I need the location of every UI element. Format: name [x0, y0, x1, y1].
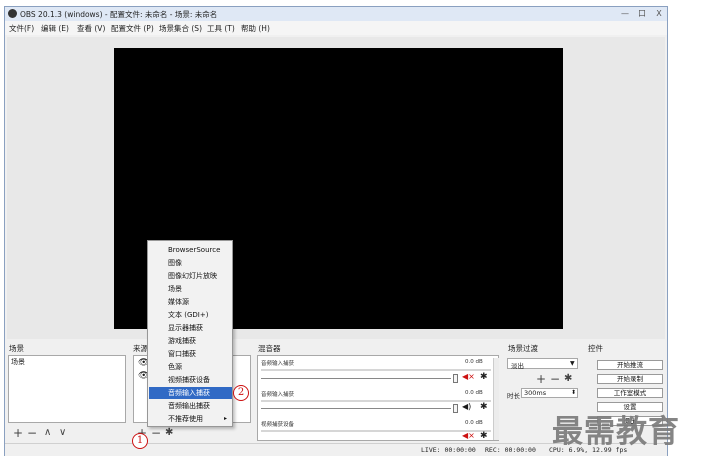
submenu-arrow-icon: ▸ — [223, 415, 227, 422]
volume-meter — [261, 400, 491, 402]
mixer-channel-label: 视频捕获设备 — [261, 422, 295, 428]
mixer-channel-label: 音频输入捕获 — [261, 361, 295, 367]
menu-item-video-capture-device[interactable]: 视频捕获设备 — [149, 374, 232, 386]
transitions-header: 场景过渡 — [508, 344, 538, 353]
menu-item-media-source[interactable]: 媒体源 — [149, 296, 232, 308]
volume-slider-handle[interactable] — [453, 404, 458, 413]
transition-settings-icon[interactable]: ✱ — [564, 373, 572, 385]
transition-selected: 淡出 — [511, 362, 524, 370]
menu-item-image[interactable]: 图像 — [149, 257, 232, 269]
start-recording-button[interactable]: 开始录制 — [597, 374, 663, 384]
maximize-button[interactable]: 口 — [634, 8, 650, 19]
volume-meter — [261, 369, 491, 371]
gear-icon[interactable]: ✱ — [480, 402, 488, 412]
menu-item-audio-input-capture[interactable]: 音频输入捕获 — [149, 387, 232, 399]
menu-bar: 文件(F) 编辑 (E) 查看 (V) 配置文件 (P) 场景集合 (S) 工具… — [5, 21, 667, 35]
studio-mode-button[interactable]: 工作室模式 — [597, 388, 663, 398]
menu-item-game-capture[interactable]: 游戏捕获 — [149, 335, 232, 347]
speaker-muted-icon[interactable]: ◀× — [462, 431, 475, 440]
menu-help[interactable]: 帮助 (H) — [241, 23, 270, 34]
duration-input[interactable]: 300ms ⬍ — [521, 388, 578, 398]
mixer-header: 混音器 — [258, 344, 281, 353]
menu-view[interactable]: 查看 (V) — [77, 23, 105, 34]
rec-status: REC: 00:00:00 — [485, 446, 536, 454]
chevron-down-icon: ▼ — [570, 360, 575, 367]
menu-item-browsersource[interactable]: BrowserSource — [149, 244, 232, 256]
remove-source-icon[interactable]: − — [151, 427, 161, 439]
duration-value: 300ms — [524, 389, 547, 397]
close-button[interactable]: X — [651, 8, 667, 19]
menu-item-scene[interactable]: 场景 — [149, 283, 232, 295]
mixer-scrollbar[interactable] — [493, 358, 499, 440]
menu-scene-collection[interactable]: 场景集合 (S) — [159, 23, 202, 34]
add-scene-icon[interactable]: + — [13, 427, 23, 439]
gear-icon[interactable]: ✱ — [480, 431, 488, 441]
preview-area — [7, 37, 665, 339]
menu-file[interactable]: 文件(F) — [9, 23, 34, 34]
gear-icon[interactable]: ✱ — [480, 372, 488, 382]
scenes-list[interactable]: 场景 — [8, 355, 126, 423]
sources-header: 来源 — [133, 344, 148, 353]
volume-slider-handle[interactable] — [453, 374, 458, 383]
menu-tools[interactable]: 工具 (T) — [207, 23, 235, 34]
watermark: 最需教育 — [552, 414, 680, 450]
window-title: OBS 20.1.3 (windows) - 配置文件: 未命名 - 场景: 未… — [20, 10, 218, 19]
scene-up-icon[interactable]: ∧ — [44, 427, 51, 439]
mixer-channel-db: 0.0 dB — [465, 420, 483, 426]
mixer-channel-db: 0.0 dB — [465, 359, 483, 365]
duration-label: 时长 — [507, 392, 520, 400]
menu-item-window-capture[interactable]: 窗口捕获 — [149, 348, 232, 360]
speaker-muted-icon[interactable]: ◀× — [462, 372, 475, 381]
background-edge — [668, 6, 703, 456]
remove-transition-icon[interactable]: − — [550, 373, 560, 385]
mixer-channel-label: 音频输入捕获 — [261, 392, 295, 398]
start-streaming-button[interactable]: 开始推流 — [597, 360, 663, 370]
menu-profile[interactable]: 配置文件 (P) — [111, 23, 154, 34]
minimize-button[interactable]: — — [617, 8, 633, 19]
menu-edit[interactable]: 编辑 (E) — [41, 23, 69, 34]
live-status: LIVE: 00:00:00 — [421, 446, 476, 454]
add-source-context-menu: BrowserSource 图像 图像幻灯片放映 场景 媒体源 文本 (GDI+… — [147, 240, 233, 427]
menu-item-audio-output-capture[interactable]: 音频输出捕获 — [149, 400, 232, 412]
speaker-icon[interactable]: ◀) — [462, 402, 471, 411]
scene-down-icon[interactable]: ∨ — [59, 427, 66, 439]
stepper-icon[interactable]: ⬍ — [571, 389, 576, 396]
volume-meter — [261, 430, 491, 432]
scenes-header: 场景 — [9, 344, 24, 353]
annotation-marker-1: 1 — [132, 433, 148, 449]
menu-item-deprecated[interactable]: 不推荐使用 ▸ — [149, 413, 232, 425]
title-bar: OBS 20.1.3 (windows) - 配置文件: 未命名 - 场景: 未… — [5, 7, 667, 21]
menu-item-image-slideshow[interactable]: 图像幻灯片放映 — [149, 270, 232, 282]
annotation-marker-2: 2 — [233, 385, 249, 401]
menu-item-deprecated-label: 不推荐使用 — [168, 415, 203, 423]
scene-item[interactable]: 场景 — [11, 357, 25, 367]
source-settings-icon[interactable]: ✱ — [165, 427, 173, 439]
menu-item-color-source[interactable]: 色源 — [149, 361, 232, 373]
menu-item-text-gdi[interactable]: 文本 (GDI+) — [149, 309, 232, 321]
menu-item-display-capture[interactable]: 显示器捕获 — [149, 322, 232, 334]
volume-slider-track[interactable] — [261, 408, 451, 409]
transition-select[interactable]: 淡出 ▼ — [507, 358, 578, 370]
mixer-panel: 音频输入捕获 0.0 dB ◀× ✱ 音频输入捕获 0.0 dB ◀) ✱ 视频… — [257, 355, 499, 441]
obs-logo-icon — [8, 9, 17, 18]
obs-window: OBS 20.1.3 (windows) - 配置文件: 未命名 - 场景: 未… — [4, 6, 668, 456]
controls-header: 控件 — [588, 344, 603, 353]
remove-scene-icon[interactable]: − — [27, 427, 37, 439]
mixer-channel-db: 0.0 dB — [465, 390, 483, 396]
add-transition-icon[interactable]: + — [536, 373, 546, 385]
volume-slider-track[interactable] — [261, 378, 451, 379]
